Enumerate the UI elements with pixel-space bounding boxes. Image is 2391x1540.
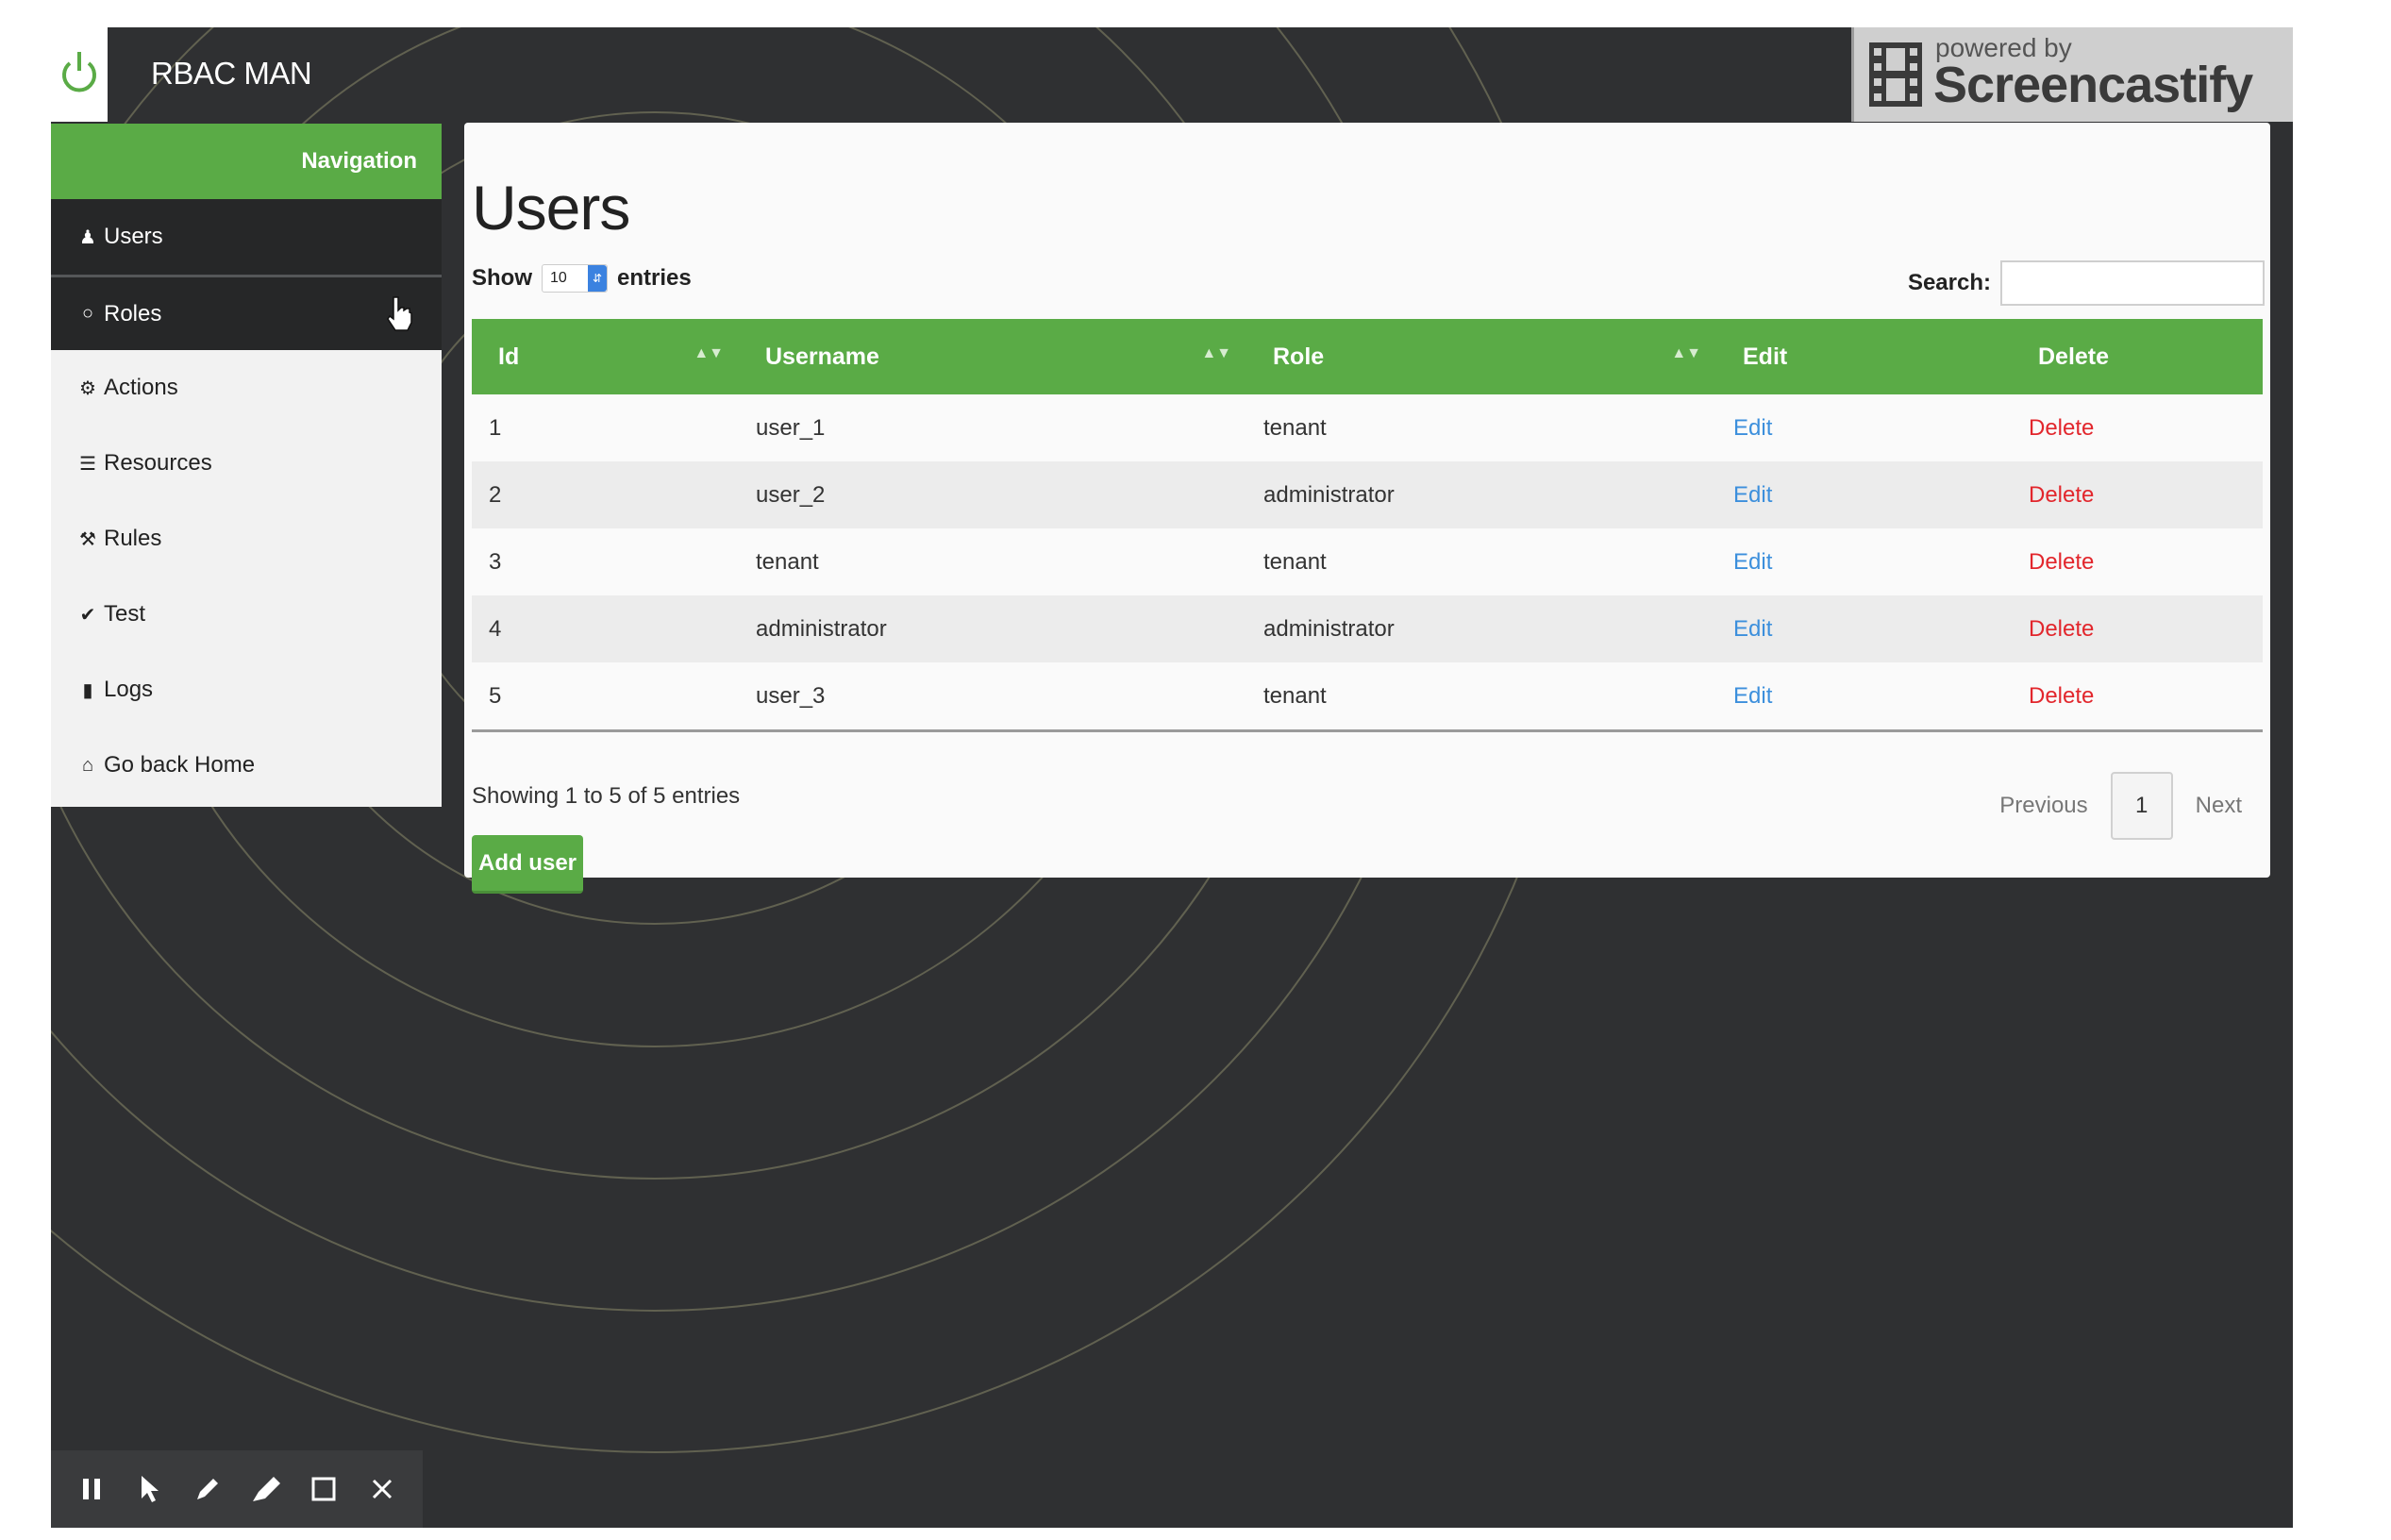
page-title: Users bbox=[472, 173, 630, 243]
edit-link[interactable]: Edit bbox=[1733, 482, 1772, 508]
pause-icon[interactable] bbox=[73, 1470, 110, 1508]
app-logo[interactable] bbox=[51, 27, 108, 122]
home-icon: ⌂ bbox=[81, 754, 94, 776]
users-table: Id ▲▼ Username ▲▼ Role ▲▼ Edit Delete 1 … bbox=[472, 319, 2263, 732]
sidebar-item-users[interactable]: ♟ Users bbox=[51, 199, 442, 275]
table-row: 5 user_3 tenant Edit Delete bbox=[472, 662, 2263, 732]
length-control: Show 10 ⇵ entries bbox=[472, 264, 692, 293]
search-label: Search: bbox=[1907, 270, 1991, 295]
gear-icon: ⚙ bbox=[79, 377, 96, 399]
sort-icon: ▲▼ bbox=[1671, 345, 1701, 361]
sidebar-item-label: Actions bbox=[104, 375, 178, 400]
cell-username: administrator bbox=[739, 595, 1246, 662]
cell-role: tenant bbox=[1246, 662, 1716, 732]
cell-role: administrator bbox=[1246, 595, 1716, 662]
table-row: 2 user_2 administrator Edit Delete bbox=[472, 461, 2263, 528]
pagination: Previous 1 Next bbox=[1999, 772, 2242, 840]
delete-link[interactable]: Delete bbox=[2029, 683, 2094, 709]
sidebar-item-rules[interactable]: ⚒ Rules bbox=[51, 501, 442, 577]
sidebar-item-label: Roles bbox=[104, 300, 162, 326]
sidebar-item-roles[interactable]: ○ Roles bbox=[51, 275, 442, 350]
previous-button[interactable]: Previous bbox=[1999, 793, 2087, 819]
delete-link[interactable]: Delete bbox=[2029, 616, 2094, 642]
add-user-button[interactable]: Add user bbox=[472, 835, 583, 894]
table-header-row: Id ▲▼ Username ▲▼ Role ▲▼ Edit Delete bbox=[472, 319, 2263, 394]
column-header-role[interactable]: Role ▲▼ bbox=[1246, 319, 1716, 394]
column-header-id[interactable]: Id ▲▼ bbox=[472, 319, 739, 394]
sidebar-item-logs[interactable]: ▮ Logs bbox=[51, 652, 442, 728]
cell-username: tenant bbox=[739, 528, 1246, 595]
sidebar-item-actions[interactable]: ⚙ Actions bbox=[51, 350, 442, 426]
square-icon[interactable] bbox=[305, 1470, 343, 1508]
sidebar-item-label: Users bbox=[104, 224, 163, 249]
cell-id: 4 bbox=[472, 595, 739, 662]
sidebar-item-resources[interactable]: ☰ Resources bbox=[51, 426, 442, 501]
sidebar-item-test[interactable]: ✔ Test bbox=[51, 577, 442, 652]
circle-icon: ○ bbox=[81, 303, 94, 324]
cell-id: 3 bbox=[472, 528, 739, 595]
nav-header: Navigation bbox=[51, 124, 442, 199]
page-1-button[interactable]: 1 bbox=[2110, 772, 2173, 840]
sidebar-item-label: Logs bbox=[104, 677, 154, 702]
cell-id: 2 bbox=[472, 461, 739, 528]
table-row: 4 administrator administrator Edit Delet… bbox=[472, 595, 2263, 662]
sidebar-item-label: Test bbox=[104, 601, 146, 627]
file-icon: ▮ bbox=[82, 679, 93, 701]
delete-link[interactable]: Delete bbox=[2029, 549, 2094, 575]
entries-length-select[interactable]: 10 ⇵ bbox=[542, 264, 608, 293]
sidebar-item-home[interactable]: ⌂ Go back Home bbox=[51, 728, 442, 803]
check-icon: ✔ bbox=[79, 604, 96, 626]
column-header-edit: Edit bbox=[1716, 319, 2012, 394]
show-label: Show bbox=[472, 265, 532, 291]
power-icon bbox=[62, 52, 96, 92]
sort-asc-icon: ▲▼ bbox=[694, 345, 724, 361]
table-row: 3 tenant tenant Edit Delete bbox=[472, 528, 2263, 595]
sidebar-item-label: Rules bbox=[104, 526, 162, 551]
user-icon: ♟ bbox=[79, 226, 96, 248]
cell-role: tenant bbox=[1246, 528, 1716, 595]
edit-link[interactable]: Edit bbox=[1733, 415, 1772, 441]
hand-cursor-icon bbox=[387, 296, 412, 331]
length-value: 10 bbox=[550, 270, 567, 286]
next-button[interactable]: Next bbox=[2196, 793, 2242, 819]
table-row: 1 user_1 tenant Edit Delete bbox=[472, 394, 2263, 461]
edit-link[interactable]: Edit bbox=[1733, 616, 1772, 642]
app-title[interactable]: RBAC MAN bbox=[151, 56, 312, 92]
sort-icon: ▲▼ bbox=[1201, 345, 1231, 361]
column-header-username[interactable]: Username ▲▼ bbox=[739, 319, 1246, 394]
search-input[interactable] bbox=[2000, 260, 2265, 306]
close-icon[interactable] bbox=[363, 1470, 401, 1508]
cell-role: administrator bbox=[1246, 461, 1716, 528]
film-icon bbox=[1869, 42, 1922, 107]
list-icon: ☰ bbox=[79, 453, 96, 475]
highlighter-icon[interactable] bbox=[247, 1470, 285, 1508]
sidebar-item-label: Resources bbox=[104, 450, 212, 476]
gavel-icon: ⚒ bbox=[79, 528, 96, 550]
cell-username: user_2 bbox=[739, 461, 1246, 528]
cell-id: 1 bbox=[472, 394, 739, 461]
pen-icon[interactable] bbox=[189, 1470, 226, 1508]
chevron-updown-icon: ⇵ bbox=[588, 265, 607, 292]
edit-link[interactable]: Edit bbox=[1733, 549, 1772, 575]
pointer-icon[interactable] bbox=[130, 1470, 168, 1508]
table-info: Showing 1 to 5 of 5 entries bbox=[472, 783, 741, 809]
users-panel: Users Show 10 ⇵ entries Search: Id ▲▼ Us… bbox=[464, 123, 2270, 894]
screen-frame: RBAC MAN powered by Screencastify Lite N… bbox=[51, 27, 2293, 1528]
cell-username: user_1 bbox=[739, 394, 1246, 461]
entries-label: entries bbox=[617, 265, 692, 291]
cell-id: 5 bbox=[472, 662, 739, 732]
recording-toolbar bbox=[51, 1450, 423, 1528]
screencastify-badge: powered by Screencastify Lite bbox=[1851, 27, 2293, 172]
sidebar-item-label: Go back Home bbox=[104, 752, 256, 778]
cell-username: user_3 bbox=[739, 662, 1246, 732]
delete-link[interactable]: Delete bbox=[2029, 482, 2094, 508]
delete-link[interactable]: Delete bbox=[2029, 415, 2094, 441]
search-control: Search: bbox=[1908, 260, 2265, 306]
column-header-delete: Delete bbox=[2012, 319, 2263, 394]
cell-role: tenant bbox=[1246, 394, 1716, 461]
edit-link[interactable]: Edit bbox=[1733, 683, 1772, 709]
